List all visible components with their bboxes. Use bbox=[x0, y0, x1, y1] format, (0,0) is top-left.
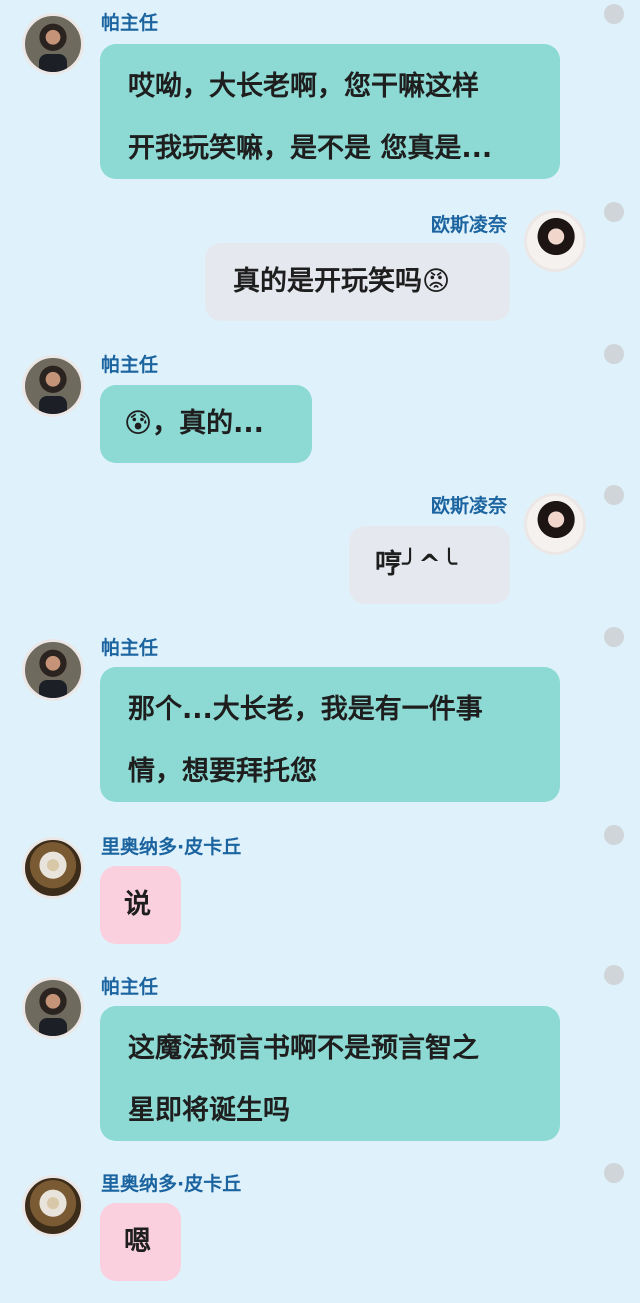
message-line: 这魔法预言书啊不是预言智之 bbox=[128, 1033, 479, 1064]
sender-name: 帕主任 bbox=[101, 354, 159, 376]
message-line: 哎呦，大长老啊，您干嘛这样 bbox=[128, 71, 479, 102]
avatar[interactable] bbox=[524, 493, 586, 555]
message-bubble[interactable]: 说 bbox=[100, 866, 181, 944]
sender-name: 里奥纳多·皮卡丘 bbox=[101, 836, 242, 858]
status-dot[interactable] bbox=[604, 485, 624, 505]
message-line: 情，想要拜托您 bbox=[128, 756, 317, 787]
message-line: 那个...大长老，我是有一件事 bbox=[128, 694, 483, 725]
message-line: 真的是开玩笑吗😡 bbox=[233, 266, 451, 297]
message-line: 星即将诞生吗 bbox=[128, 1095, 290, 1126]
status-dot[interactable] bbox=[604, 825, 624, 845]
status-dot[interactable] bbox=[604, 4, 624, 24]
avatar[interactable] bbox=[22, 977, 84, 1039]
message-bubble[interactable]: 嗯 bbox=[100, 1203, 181, 1281]
sender-name: 欧斯凌奈 bbox=[430, 214, 507, 236]
message-bubble[interactable]: 哎呦，大长老啊，您干嘛这样 开我玩笑嘛，是不是 您真是... bbox=[100, 44, 560, 179]
sender-name: 帕主任 bbox=[101, 12, 159, 34]
status-dot[interactable] bbox=[604, 627, 624, 647]
sender-name: 帕主任 bbox=[101, 976, 159, 998]
status-dot[interactable] bbox=[604, 344, 624, 364]
status-dot[interactable] bbox=[604, 202, 624, 222]
message-bubble[interactable]: 😰，真的... bbox=[100, 385, 312, 463]
message-line: 说 bbox=[124, 889, 151, 920]
message-bubble[interactable]: 真的是开玩笑吗😡 bbox=[205, 243, 510, 321]
status-dot[interactable] bbox=[604, 1163, 624, 1183]
sender-name: 里奥纳多·皮卡丘 bbox=[101, 1173, 242, 1195]
message-line: 嗯 bbox=[124, 1226, 151, 1257]
avatar[interactable] bbox=[524, 210, 586, 272]
sender-name: 欧斯凌奈 bbox=[430, 495, 507, 517]
message-bubble[interactable]: 这魔法预言书啊不是预言智之 星即将诞生吗 bbox=[100, 1006, 560, 1141]
avatar[interactable] bbox=[22, 13, 84, 75]
message-bubble[interactable]: 哼╯^╰ bbox=[349, 526, 510, 604]
status-dot[interactable] bbox=[604, 965, 624, 985]
sender-name: 帕主任 bbox=[101, 637, 159, 659]
avatar[interactable] bbox=[22, 639, 84, 701]
message-line: 哼╯^╰ bbox=[375, 549, 458, 580]
message-bubble[interactable]: 那个...大长老，我是有一件事 情，想要拜托您 bbox=[100, 667, 560, 802]
avatar[interactable] bbox=[22, 837, 84, 899]
message-line: 😰，真的... bbox=[124, 408, 264, 439]
message-line: 开我玩笑嘛，是不是 您真是... bbox=[128, 133, 493, 164]
avatar[interactable] bbox=[22, 1175, 84, 1237]
avatar[interactable] bbox=[22, 355, 84, 417]
